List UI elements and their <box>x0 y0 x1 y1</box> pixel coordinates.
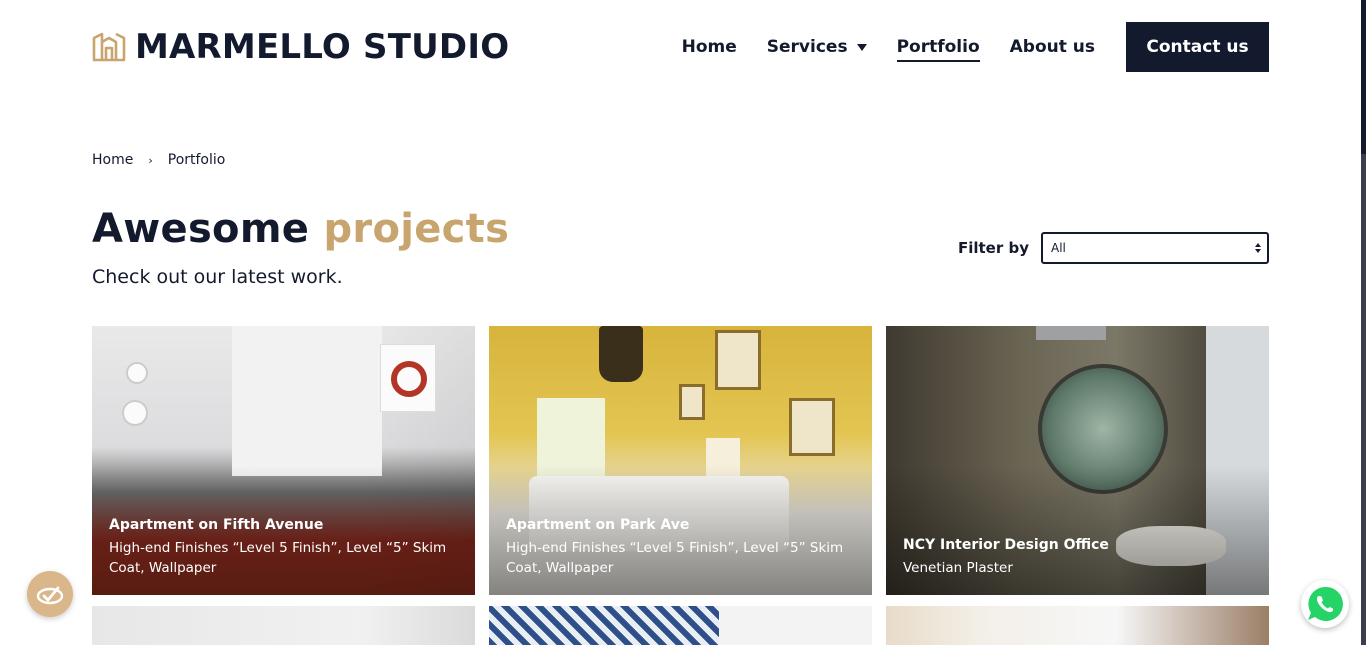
page-title-part1: Awesome <box>92 206 310 252</box>
scrollbar-thumb[interactable] <box>1361 0 1366 154</box>
page-subtitle: Check out our latest work. <box>92 266 343 288</box>
wall-art-decor <box>380 344 436 412</box>
frame-decor <box>679 384 705 420</box>
project-card-row2-1[interactable] <box>92 606 475 645</box>
project-title: NCY Interior Design Office <box>903 537 1109 553</box>
select-arrows-icon <box>1255 243 1261 253</box>
project-card-fifth-avenue[interactable]: Apartment on Fifth Avenue High-end Finis… <box>92 326 475 595</box>
nav-home[interactable]: Home <box>682 38 737 56</box>
cookie-settings-button[interactable] <box>27 571 73 617</box>
filter-select[interactable]: All <box>1041 232 1269 264</box>
breadcrumb-current: Portfolio <box>167 152 226 168</box>
whatsapp-button[interactable] <box>1301 580 1349 628</box>
breadcrumb-home[interactable]: Home <box>92 152 133 168</box>
site-header: MARMELLO STUDIO Home Services Portfolio … <box>92 22 1269 72</box>
project-description: High-end Finishes “Level 5 Finish”, Leve… <box>109 540 447 576</box>
page-title-part2: projects <box>323 206 510 252</box>
logo[interactable]: MARMELLO STUDIO <box>92 28 509 66</box>
project-card-row2-3[interactable] <box>886 606 1269 645</box>
project-card-ncy-office[interactable]: NCY Interior Design Office Venetian Plas… <box>886 326 1269 595</box>
project-description: High-end Finishes “Level 5 Finish”, Leve… <box>506 540 844 576</box>
nav-services[interactable]: Services <box>766 36 867 57</box>
frame-decor <box>789 398 835 456</box>
project-title: Apartment on Fifth Avenue <box>109 517 324 533</box>
nav-about[interactable]: About us <box>1010 38 1095 56</box>
kitchen-cabinets-image-detail <box>232 326 382 476</box>
filter-selected-value: All <box>1051 241 1066 255</box>
brand-name: MARMELLO STUDIO <box>135 27 510 67</box>
ceiling-lights-decor <box>1036 326 1106 340</box>
project-card-park-ave[interactable]: Apartment on Park Ave High-end Finishes … <box>489 326 872 595</box>
building-logo-icon <box>92 32 126 62</box>
project-card-row2-2[interactable] <box>489 606 872 645</box>
filter-label: Filter by <box>957 239 1029 257</box>
project-description: Venetian Plaster <box>903 560 1013 576</box>
cookie-settings-icon <box>36 586 64 605</box>
frame-decor <box>715 330 761 390</box>
nav-services-label: Services <box>766 36 848 57</box>
whatsapp-icon <box>1308 586 1343 621</box>
project-title: Apartment on Park Ave <box>506 517 690 533</box>
breadcrumb: Home › Portfolio <box>92 152 225 168</box>
scrollbar-track[interactable] <box>1361 154 1366 645</box>
caret-down-icon <box>856 43 867 51</box>
page-title: Awesome projects <box>92 207 509 251</box>
plate-decor <box>126 362 148 384</box>
chevron-right-icon: › <box>148 153 153 167</box>
lantern-decor <box>599 326 643 382</box>
contact-button[interactable]: Contact us <box>1126 22 1269 72</box>
nav-portfolio[interactable]: Portfolio <box>896 38 980 62</box>
main-nav: Home Services Portfolio About us Contact… <box>652 22 1269 72</box>
filter-group: Filter by All <box>958 232 1269 264</box>
plate-decor <box>122 400 148 426</box>
